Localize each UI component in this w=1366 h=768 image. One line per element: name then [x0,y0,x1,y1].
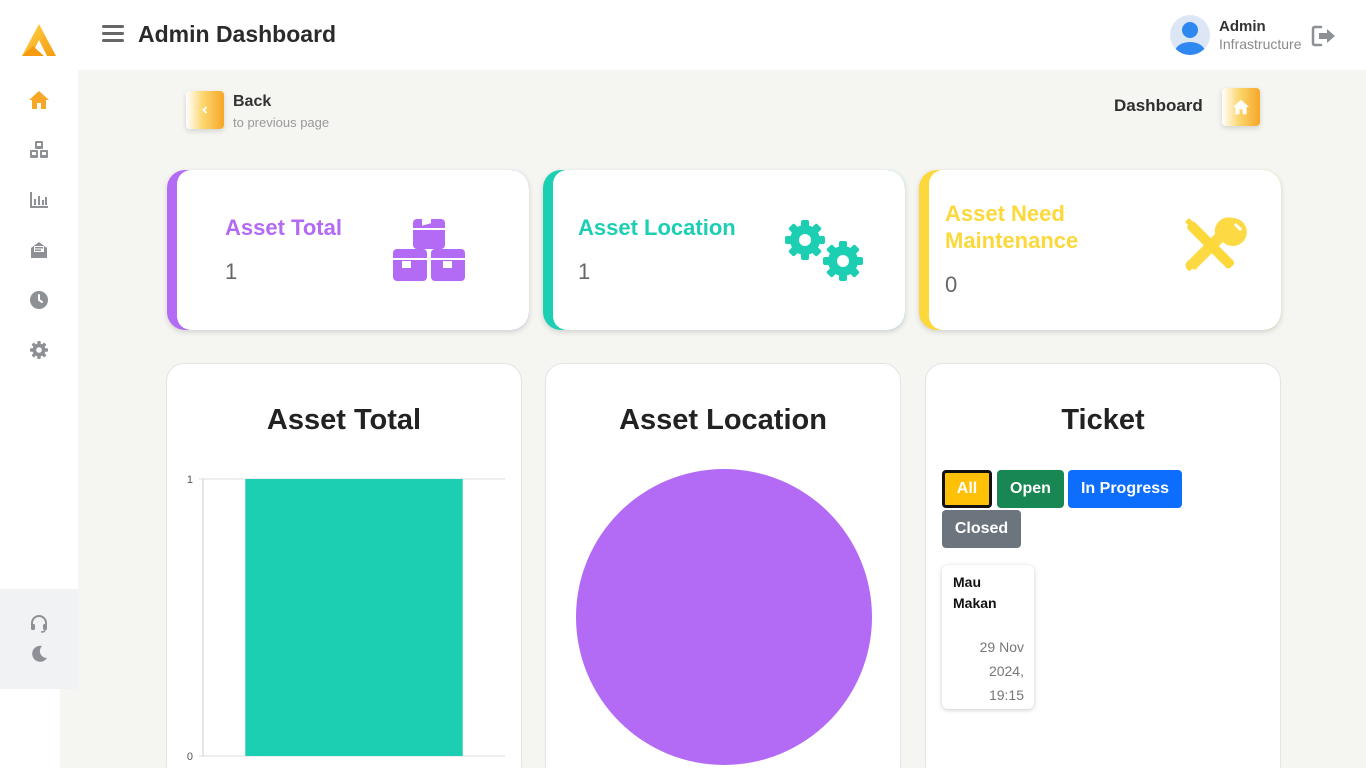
stat-value: 1 [578,259,591,284]
gear-icon [30,341,48,359]
gears-icon [785,220,863,281]
panel-asset-location: Asset Location [545,363,901,768]
sidebar-item-history[interactable] [27,288,51,312]
top-header: Admin Dashboard Admin Infrastructure [78,0,1366,70]
sidebar-item-settings[interactable] [27,338,51,362]
filter-closed-button[interactable]: Closed [942,510,1021,548]
bar [245,479,463,756]
sidebar [0,0,78,768]
home-icon [1233,99,1249,115]
moon-icon [32,645,47,662]
asset-total-chart: 01 [187,474,505,763]
support-button[interactable] [27,612,51,636]
panel-title: Ticket [1061,404,1145,436]
filter-in-progress-button[interactable]: In Progress [1068,470,1182,508]
sidebar-item-tickets[interactable] [27,238,51,262]
stat-card-asset-location[interactable]: Asset Location 1 [543,170,905,330]
ticket-title: Mau Makan [953,574,997,611]
chart-icon [30,192,48,208]
panel-ticket: Ticket All Open In Progress Closed Mau M… [925,363,1281,768]
stat-value: 0 [945,272,958,297]
menu-toggle-icon[interactable] [102,25,124,43]
home-icon [29,91,49,109]
inbox-icon [31,242,47,258]
user-name: Admin [1219,18,1266,35]
cubes-icon [393,217,465,281]
stat-card-asset-total[interactable]: Asset Total 1 [167,170,529,330]
stat-value: 1 [225,259,238,284]
stat-card-asset-maintenance[interactable]: Asset Need Maintenance 0 [919,170,1281,330]
y-tick-label: 1 [187,474,193,486]
breadcrumb: Dashboard [1114,96,1203,115]
asset-location-chart [576,469,872,765]
user-role: Infrastructure [1219,36,1302,52]
avatar[interactable] [1170,15,1210,55]
app-logo[interactable] [20,22,58,58]
panel-asset-total: Asset Total 01 [166,363,522,768]
stat-title: Asset Location [578,215,736,240]
breadcrumb-home-button[interactable] [1222,88,1260,126]
stat-title: Asset Need Maintenance [945,201,1079,253]
clock-icon [30,291,48,309]
back-label[interactable]: Back [233,93,271,111]
tools-icon [1185,217,1247,275]
logout-icon[interactable] [1311,24,1337,48]
sidebar-item-home[interactable] [27,88,51,112]
sidebar-edge [60,689,78,768]
user-icon [1175,22,1205,55]
cubes-icon [30,141,48,158]
sidebar-item-assets[interactable] [27,138,51,162]
filter-all-button[interactable]: All [942,470,992,508]
ticket-card[interactable]: Mau Makan 29 Nov 2024, 19:15 [942,565,1034,709]
stat-title: Asset Total [225,215,342,240]
ticket-date: 29 Nov 2024, 19:15 [979,639,1024,703]
chevron-left-icon [202,106,208,114]
sidebar-footer [0,589,78,689]
back-sublabel: to previous page [233,115,330,130]
y-tick-label: 0 [187,751,193,763]
dark-mode-toggle[interactable] [27,642,51,666]
headset-icon [31,615,47,633]
filter-open-button[interactable]: Open [997,470,1064,508]
page-title: Admin Dashboard [138,21,337,47]
back-button[interactable] [186,91,224,129]
pie-slice [576,469,872,765]
sidebar-item-reports[interactable] [27,188,51,212]
